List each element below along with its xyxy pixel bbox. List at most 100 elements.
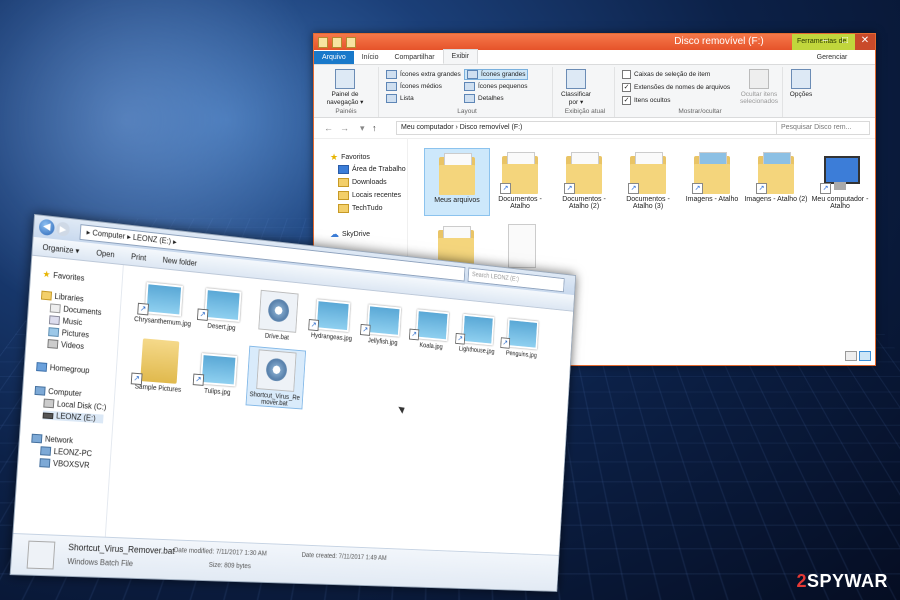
file-item-chrysanthemum[interactable]: ↗ Chrysanthemum.jpg [134,277,193,328]
options-button[interactable]: Opções [788,69,814,98]
file-item-label: Jellyfish.jpg [357,337,408,348]
file-item-label: Documentos - Atalho [488,196,552,210]
nav-favorites[interactable]: ★ Favorites [42,269,85,284]
tab-view[interactable]: Exibir [443,49,479,64]
videos-icon [47,339,58,349]
file-item-koala[interactable]: ↗ Koala.jpg [406,305,458,352]
open-button[interactable]: Open [96,248,115,259]
nav-desktop[interactable]: Área de Trabalho [338,165,406,174]
tab-manage[interactable]: Gerenciar [792,51,872,64]
close-button[interactable]: ✕ [855,34,875,50]
file-item-document[interactable] [488,222,552,270]
nav-local-disk[interactable]: Local Disk (C:) [43,399,106,412]
layout-medium[interactable]: Ícones médios [386,82,442,91]
layout-extra-large[interactable]: Ícones extra grandes [386,70,461,79]
nav-computer[interactable]: Computer [34,386,81,398]
nav-downloads[interactable]: Downloads [338,178,387,187]
file-item-lighthouse[interactable]: ↗ Lighthouse.jpg [452,309,503,356]
homegroup-icon [36,362,47,372]
forward-button[interactable]: ▶ [56,221,70,236]
recent-locations-button[interactable]: ▾ [360,123,365,134]
nav-leonz-drive[interactable]: LEONZ (E:) [42,410,103,423]
nav-documents[interactable]: Documents [50,303,102,317]
file-item-imagens-atalho-2[interactable]: ↗ Imagens - Atalho (2) [744,148,808,203]
file-item-label: Imagens - Atalho [680,196,744,203]
layout-large[interactable]: Ícones grandes [464,69,528,80]
nav-favorites[interactable]: ★ Favoritos [330,152,370,163]
file-item-drive-bat[interactable]: Drive.bat [250,287,306,343]
file-item-penguins[interactable]: ↗ Penguins.jpg [497,314,547,360]
file-item-meu-computador-atalho[interactable]: ↗ Meu computador - Atalho [808,148,872,210]
checkbox-hidden-items[interactable]: ✓ Itens ocultos [622,96,671,105]
checkbox-file-extensions-box[interactable]: ✓ [622,83,631,92]
organize-button[interactable]: Organize ▾ [42,242,79,255]
quick-access-toolbar[interactable] [318,37,356,48]
checkbox-hidden-items-box[interactable]: ✓ [622,96,631,105]
image-shortcut-icon: ↗ [462,314,495,346]
checkbox-item-checkboxes-box[interactable] [622,70,631,79]
file-item-tulips[interactable]: ↗ Tulips.jpg [189,348,247,397]
file-item-sample-pictures[interactable]: ↗ Sample Pictures [129,337,189,394]
nav-pictures[interactable]: Pictures [48,327,89,339]
layout-list[interactable]: Lista [386,94,414,103]
file-item-hydrangeas[interactable]: ↗ Hydrangeas.jpg [305,295,360,343]
new-folder-icon[interactable] [346,37,356,48]
nav-music[interactable]: Music [49,315,83,327]
minimize-button[interactable]: – [815,34,835,50]
file-item-label: Chrysanthemum.jpg [134,316,191,328]
layout-small[interactable]: Ícones pequenos [464,82,528,91]
navigation-pane: ★ Favorites Libraries Documents Music Pic… [13,256,123,537]
tab-home[interactable]: Início [354,51,387,64]
large-icons-view-button[interactable] [859,351,871,361]
print-button[interactable]: Print [131,252,147,262]
sort-by-button[interactable]: Classificar por ▾ [560,69,592,106]
back-button[interactable]: ← [324,123,333,133]
folder-icon[interactable] [318,37,328,48]
file-item-imagens-atalho[interactable]: ↗ Imagens - Atalho [680,148,744,203]
nav-vboxsvr[interactable]: VBOXSVR [39,458,90,470]
nav-vboxsvr-label: VBOXSVR [53,459,90,470]
file-item-label: Desert.jpg [194,322,249,334]
file-item-shortcut-virus-remover[interactable]: Shortcut_Virus_Remover.bat [246,346,307,410]
nav-network[interactable]: Network [31,434,73,445]
file-item-documentos-atalho-2[interactable]: ↗ Documentos - Atalho (2) [552,148,616,210]
nav-homegroup[interactable]: Homegroup [36,362,90,375]
file-item-label: Koala.jpg [406,341,456,352]
search-input[interactable]: Pesquisar Disco rem... [776,121,870,135]
explorer-window-win7-wrapper: ◀ ▶ ▸ Computer ▸ LEONZ (E:) ▸ Search LEO… [10,214,575,590]
image-shortcut-icon: ↗ [145,282,183,316]
recent-places-icon [338,191,349,200]
new-folder-button[interactable]: New folder [162,255,197,267]
file-item-meus-arquivos[interactable]: Meus arquivos [424,148,490,216]
nav-libraries[interactable]: Libraries [41,291,84,304]
checkbox-file-extensions[interactable]: ✓ Extensões de nomes de arquivos [622,83,730,92]
layout-details[interactable]: Detalhes [464,94,504,103]
maximize-button[interactable]: □ [835,34,855,50]
forward-button[interactable]: → [340,123,349,133]
file-item-documentos-atalho-3[interactable]: ↗ Documentos - Atalho (3) [616,148,680,210]
group-layout: Ícones extra grandes Ícones grandes Ícon… [382,67,553,117]
checkbox-item-checkboxes[interactable]: Caixas de seleção de item [622,70,710,79]
file-item-desert[interactable]: ↗ Desert.jpg [194,283,252,333]
group-panes-label: Painéis [314,108,378,115]
address-bar[interactable]: Meu computador › Disco removível (F:) [396,121,777,135]
back-button[interactable]: ◀ [39,219,55,237]
details-icon [464,94,475,103]
nav-recent-places[interactable]: Locais recentes [338,191,401,200]
hide-selected-button[interactable]: Ocultar itens selecionados [738,69,780,105]
nav-techtudo[interactable]: TechTudo [338,204,382,213]
file-item-jellyfish[interactable]: ↗ Jellyfish.jpg [357,300,410,348]
navigation-pane-button[interactable]: Painel de navegação ▾ [320,69,370,106]
medium-icons-icon [386,82,397,91]
tab-file[interactable]: Arquivo [314,51,354,64]
nav-skydrive[interactable]: ☁ SkyDrive [330,229,370,240]
tab-share[interactable]: Compartilhar [386,51,442,64]
file-item-documentos-atalho[interactable]: ↗ Documentos - Atalho [488,148,552,210]
properties-icon[interactable] [332,37,342,48]
nav-videos[interactable]: Videos [47,339,84,351]
nav-leonz-pc[interactable]: LEONZ-PC [40,446,92,458]
up-button[interactable]: ↑ [372,123,377,133]
folder-shortcut-icon: ↗ [694,150,730,194]
details-view-button[interactable] [845,351,857,361]
details-date-modified: Date modified: 7/11/2017 1:30 AM [174,547,267,557]
